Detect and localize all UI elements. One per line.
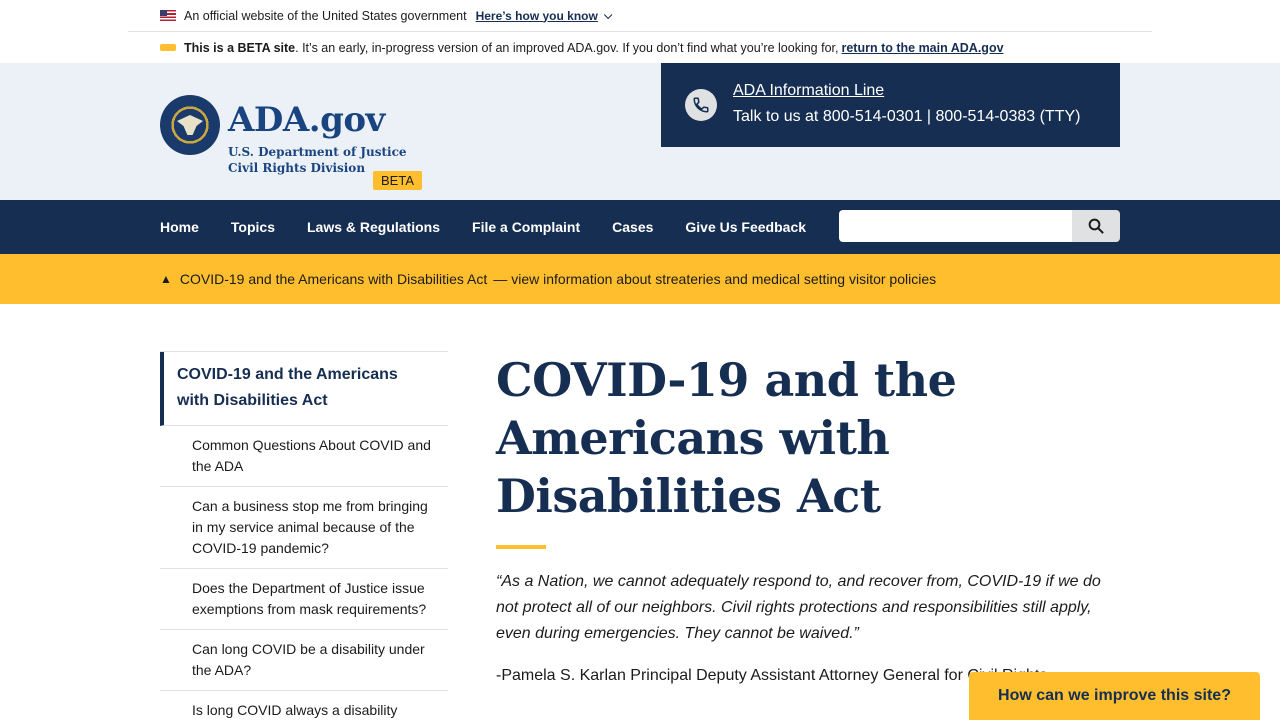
ada-info-line-link[interactable]: ADA Information Line xyxy=(733,82,884,100)
beta-text: . It’s an early, in-progress version of … xyxy=(295,40,839,55)
dept-line-1: U.S. Department of Justice xyxy=(228,145,407,159)
sidenav-item[interactable]: Can long COVID be a disability under the… xyxy=(160,630,448,691)
sidenav-item[interactable]: Can a business stop me from bringing in … xyxy=(160,487,448,569)
phone-icon xyxy=(685,89,717,121)
alert-separator: — xyxy=(493,271,508,287)
page-title: COVID-19 and the Americans with Disabili… xyxy=(496,353,957,523)
covid-alert-link[interactable]: COVID-19 and the Americans with Disabili… xyxy=(180,271,487,287)
alert-text: view information about streateries and m… xyxy=(511,271,937,287)
covid-alert: ▲ COVID-19 and the Americans with Disabi… xyxy=(0,254,1280,304)
search-button[interactable] xyxy=(1072,210,1120,242)
site-header: ADA.gov BETA U.S. Department of Justice … xyxy=(0,63,1280,200)
beta-banner: This is a BETA site . It’s an early, in-… xyxy=(0,32,1280,63)
dept-line-2: Civil Rights Division xyxy=(228,161,366,175)
eagle-icon xyxy=(177,115,203,135)
gov-banner: An official website of the United States… xyxy=(0,0,1280,31)
search-input[interactable] xyxy=(839,210,1072,242)
beta-lead: This is a BETA site xyxy=(184,40,296,55)
nav-give-feedback[interactable]: Give Us Feedback xyxy=(685,219,806,235)
department-name: U.S. Department of Justice Civil Rights … xyxy=(228,144,407,176)
heres-how-you-know-label: Here’s how you know xyxy=(475,8,598,23)
return-main-site-link[interactable]: return to the main ADA.gov xyxy=(841,41,1003,55)
side-nav: COVID-19 and the Americans with Disabili… xyxy=(160,351,448,720)
chevron-down-icon xyxy=(603,10,613,19)
nav-cases[interactable]: Cases xyxy=(612,219,653,235)
sidenav-item[interactable]: Does the Department of Justice issue exe… xyxy=(160,569,448,630)
doj-seal-icon[interactable] xyxy=(160,95,220,155)
improve-site-button[interactable]: How can we improve this site? xyxy=(969,672,1260,720)
sidenav-item[interactable]: Common Questions About COVID and the ADA xyxy=(160,426,448,487)
beta-indicator-icon xyxy=(160,44,176,51)
nav-topics[interactable]: Topics xyxy=(231,219,275,235)
sidenav-current-item[interactable]: COVID-19 and the Americans with Disabili… xyxy=(160,352,448,426)
warning-icon: ▲ xyxy=(160,272,172,286)
search-form xyxy=(839,210,1120,242)
nav-file-complaint[interactable]: File a Complaint xyxy=(472,219,580,235)
nav-laws-regulations[interactable]: Laws & Regulations xyxy=(307,219,440,235)
nav-home[interactable]: Home xyxy=(160,219,199,235)
primary-nav: Home Topics Laws & Regulations File a Co… xyxy=(0,200,1280,254)
info-line-phones: Talk to us at 800-514-0301 | 800-514-038… xyxy=(733,108,1081,125)
site-logo[interactable]: ADA.gov xyxy=(228,100,385,140)
article: COVID-19 and the Americans with Disabili… xyxy=(496,351,1120,689)
us-flag-icon xyxy=(160,10,176,21)
sidenav-item[interactable]: Is long COVID always a disability xyxy=(160,691,448,720)
ada-info-line-box: ADA Information Line Talk to us at 800-5… xyxy=(661,63,1120,147)
quote-text: “As a Nation, we cannot adequately respo… xyxy=(496,573,1101,642)
title-accent-bar xyxy=(496,545,546,549)
gov-banner-text: An official website of the United States… xyxy=(184,8,467,23)
search-icon xyxy=(1088,218,1104,234)
heres-how-you-know-link[interactable]: Here’s how you know xyxy=(475,8,613,23)
